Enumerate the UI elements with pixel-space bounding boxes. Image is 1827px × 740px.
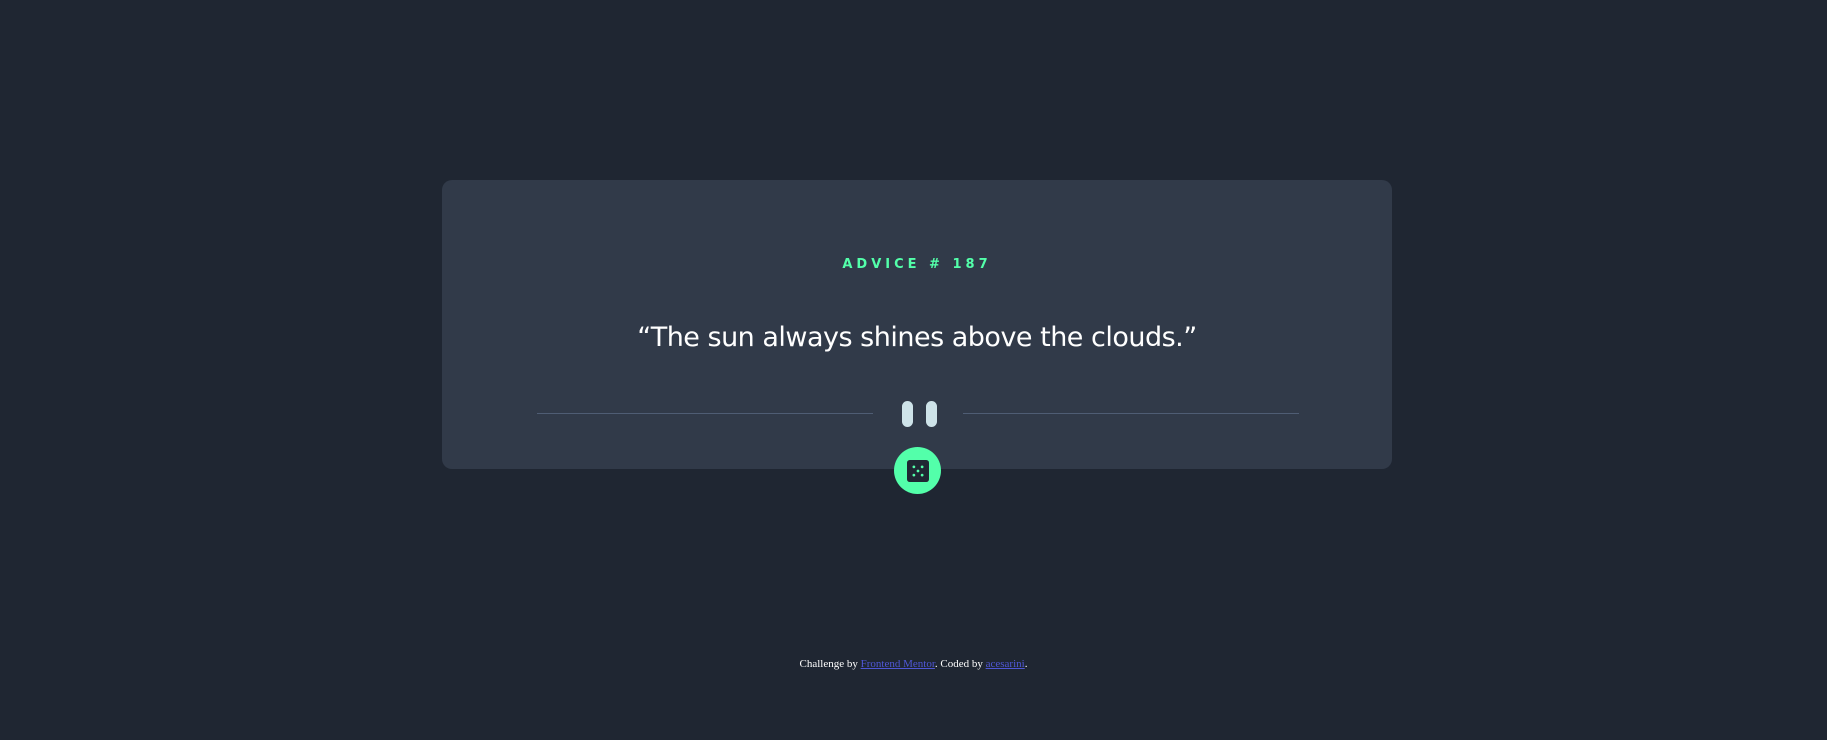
advice-card: ADVICE # 187 “The sun always shines abov… [442, 180, 1392, 469]
divider-line-right [963, 413, 1299, 414]
dice-icon [906, 459, 929, 482]
divider-line-left [537, 413, 873, 414]
pause-bar-right [926, 401, 937, 427]
footer-middle: . Coded by [934, 658, 986, 670]
footer-prefix: Challenge by [799, 658, 861, 670]
advice-quote: “The sun always shines above the clouds.… [637, 322, 1197, 353]
pause-bar-left [902, 401, 913, 427]
attribution-footer: Challenge by Frontend Mentor. Coded by a… [0, 658, 1827, 670]
frontend-mentor-link[interactable]: Frontend Mentor [861, 658, 935, 670]
footer-suffix: . [1024, 658, 1028, 670]
advice-id-label: ADVICE # 187 [842, 257, 992, 272]
divider [537, 400, 1299, 428]
pause-icon [902, 401, 937, 427]
generate-advice-button[interactable] [894, 447, 941, 494]
author-link[interactable]: acesarini [986, 658, 1025, 670]
